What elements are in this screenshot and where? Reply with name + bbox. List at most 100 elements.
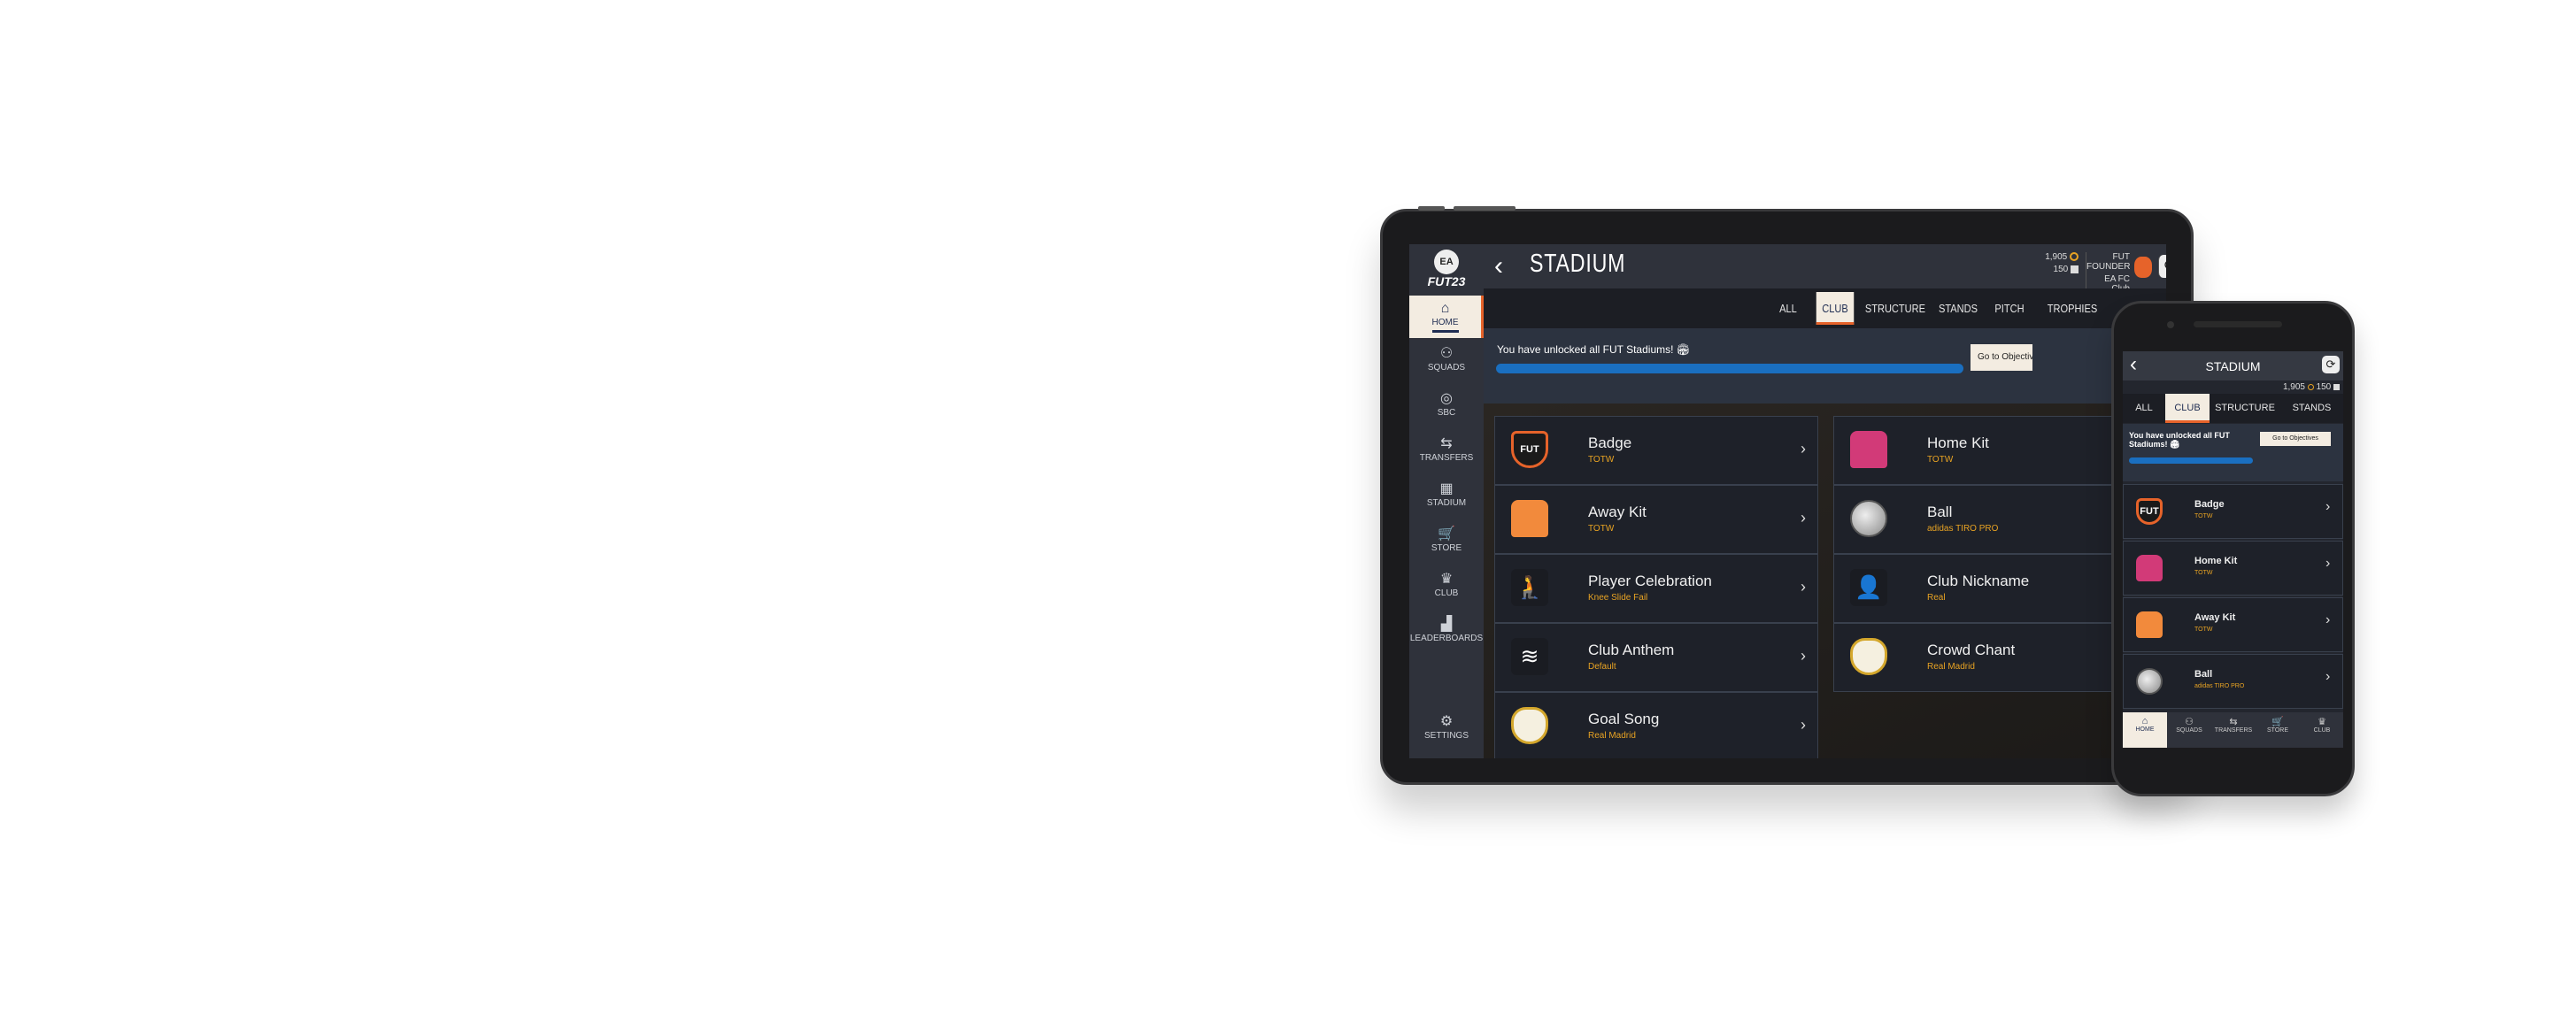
item-subtitle: TOTW bbox=[2194, 626, 2213, 633]
tab-stands[interactable]: STANDS bbox=[1936, 292, 1981, 325]
tab-all[interactable]: ALL bbox=[2123, 394, 2165, 423]
sidebar-item-label: STORE bbox=[1431, 543, 1462, 553]
list-item[interactable]: ≋ Club Anthem Default › bbox=[1494, 623, 1818, 692]
item-title: Goal Song bbox=[1588, 711, 1660, 727]
back-button[interactable]: ‹ bbox=[1494, 244, 1503, 288]
list-item[interactable]: FUT Badge TOTW › bbox=[1494, 416, 1818, 485]
transfers-icon: ⇆ bbox=[1440, 436, 1453, 451]
header: ‹ STADIUM 1,905 150 FUT FOUNDER EA FC Cl… bbox=[1484, 244, 2166, 294]
chevron-right-icon: › bbox=[2325, 612, 2331, 627]
item-title: Home Kit bbox=[2194, 556, 2238, 566]
sidebar-item-home[interactable]: ⌂ HOME bbox=[1409, 296, 1484, 338]
sidebar-item-squads[interactable]: ⚇ SQUADS bbox=[1409, 341, 1484, 383]
sidebar-item-leaderboards[interactable]: ▟ LEADERBOARDS bbox=[1409, 611, 1484, 654]
progress-bar bbox=[2129, 457, 2253, 464]
away-kit-icon bbox=[1511, 500, 1548, 537]
leaderboards-icon: ▟ bbox=[1440, 617, 1453, 632]
nav-label: STORE bbox=[2267, 727, 2288, 734]
club-icon: ♛ bbox=[2318, 717, 2326, 727]
tab-all[interactable]: ALL bbox=[1770, 292, 1807, 325]
list-item[interactable]: Ball adidas TIRO PRO › bbox=[2123, 654, 2343, 709]
tab-pitch[interactable]: PITCH bbox=[1990, 292, 2029, 325]
item-subtitle: adidas TIRO PRO bbox=[2194, 683, 2245, 689]
nav-squads[interactable]: ⚇ SQUADS bbox=[2167, 712, 2211, 748]
page-title: STADIUM bbox=[1530, 250, 1626, 278]
list-item[interactable]: FUT Badge TOTW › bbox=[2123, 484, 2343, 539]
item-subtitle: Knee Slide Fail bbox=[1588, 593, 1648, 603]
coins-value: 1,905 bbox=[2045, 252, 2068, 262]
chevron-right-icon: › bbox=[2325, 556, 2331, 571]
nav-label: TRANSFERS bbox=[2214, 727, 2253, 734]
coins-value: 1,905 bbox=[2282, 382, 2305, 392]
club-label: FUT FOUNDER bbox=[2086, 252, 2131, 272]
points-value: 150 bbox=[2316, 382, 2332, 392]
item-subtitle: TOTW bbox=[2194, 513, 2213, 519]
item-grid: FUT Badge TOTW › Home Kit TOTW Away Kit TOTW › Ba… bbox=[1484, 404, 2166, 758]
item-title: Away Kit bbox=[1588, 503, 1647, 520]
item-title: Club Anthem bbox=[1588, 642, 1675, 658]
sidebar-item-label: STADIUM bbox=[1426, 498, 1467, 508]
item-subtitle: Real Madrid bbox=[1927, 662, 1975, 672]
home-icon: ⌂ bbox=[2141, 716, 2148, 726]
item-subtitle: Real bbox=[1927, 593, 1946, 603]
tab-structure[interactable]: STRUCTURE bbox=[1865, 292, 1925, 325]
tab-stands[interactable]: STANDS bbox=[2280, 394, 2343, 423]
sidebar-item-club[interactable]: ♛ CLUB bbox=[1409, 566, 1484, 609]
item-subtitle: TOTW bbox=[1588, 455, 1615, 465]
fut23-logo: EA FUT23 bbox=[1409, 244, 1484, 296]
sidebar-item-transfers[interactable]: ⇆ TRANSFERS bbox=[1409, 431, 1484, 473]
list-item[interactable]: Away Kit TOTW › bbox=[2123, 597, 2343, 652]
item-title: Home Kit bbox=[1927, 434, 1989, 451]
sidebar-item-label: SETTINGS bbox=[1423, 731, 1469, 741]
item-title: Badge bbox=[1588, 434, 1632, 451]
sidebar-item-label: TRANSFERS bbox=[1419, 453, 1474, 463]
points-value: 150 bbox=[2053, 265, 2069, 274]
sidebar-item-label: SQUADS bbox=[1427, 363, 1466, 373]
sidebar-item-store[interactable]: 🛒 STORE bbox=[1409, 521, 1484, 564]
item-title: Badge bbox=[2194, 499, 2225, 510]
item-title: Player Celebration bbox=[1588, 573, 1712, 589]
nav-home[interactable]: ⌂ HOME bbox=[2123, 712, 2167, 748]
badge-icon: FUT bbox=[1511, 431, 1548, 468]
currency-display: 1,905 150 bbox=[2247, 382, 2340, 392]
home-kit-icon bbox=[1850, 431, 1887, 468]
tab-trophies[interactable]: TROPHIES bbox=[2042, 292, 2102, 325]
list-item[interactable]: Away Kit TOTW › bbox=[1494, 485, 1818, 554]
app-logo-text: FUT23 bbox=[1427, 274, 1466, 288]
sidebar-item-settings[interactable]: ⚙ SETTINGS bbox=[1409, 713, 1484, 741]
speaker bbox=[2194, 321, 2282, 327]
tab-structure[interactable]: STRUCTURE bbox=[2210, 394, 2280, 423]
nav-transfers[interactable]: ⇆ TRANSFERS bbox=[2211, 712, 2256, 748]
nav-label: CLUB bbox=[2313, 727, 2331, 734]
chevron-right-icon: › bbox=[2325, 499, 2331, 514]
club-badge-icon[interactable] bbox=[2134, 257, 2152, 278]
item-title: Ball bbox=[2194, 669, 2213, 680]
list-item[interactable]: Home Kit TOTW › bbox=[2123, 541, 2343, 596]
season-progress-icon[interactable]: ⟳ bbox=[2322, 356, 2340, 373]
nav-club[interactable]: ♛ CLUB bbox=[2300, 712, 2343, 748]
tab-club[interactable]: CLUB bbox=[1816, 292, 1855, 325]
banner-text: You have unlocked all FUT Stadiums! 🏟 bbox=[1497, 343, 1691, 356]
go-to-objectives-button[interactable]: Go to Objectives bbox=[2260, 432, 2331, 446]
chevron-right-icon: › bbox=[2325, 669, 2331, 684]
sidebar-item-stadium[interactable]: ▦ STADIUM bbox=[1409, 476, 1484, 519]
nav-label: HOME bbox=[2135, 726, 2155, 733]
item-subtitle: TOTW bbox=[1927, 455, 1954, 465]
tab-club[interactable]: CLUB bbox=[2165, 394, 2210, 423]
banner-text: You have unlocked all FUT Stadiums! 🏟 bbox=[2129, 431, 2230, 449]
celebration-icon: 🧎 bbox=[1511, 569, 1548, 606]
list-item[interactable]: 🧎 Player Celebration Knee Slide Fail › bbox=[1494, 554, 1818, 623]
crest-icon bbox=[1511, 707, 1548, 744]
camera bbox=[2167, 321, 2174, 328]
stadium-icon: ▦ bbox=[1439, 481, 1454, 496]
points-icon bbox=[2071, 265, 2079, 273]
go-to-objectives-button[interactable]: Go to Objectives bbox=[1971, 344, 2032, 371]
sidebar-item-sbc[interactable]: ◎ SBC bbox=[1409, 386, 1484, 428]
season-progress-icon[interactable]: ⟳ bbox=[2158, 255, 2166, 278]
anthem-icon: ≋ bbox=[1511, 638, 1548, 675]
list-item[interactable]: Goal Song Real Madrid › bbox=[1494, 692, 1818, 758]
ea-logo: EA bbox=[1434, 250, 1459, 274]
cart-icon: 🛒 bbox=[2271, 717, 2284, 727]
nav-store[interactable]: 🛒 STORE bbox=[2256, 712, 2300, 748]
home-icon: ⌂ bbox=[1440, 301, 1450, 316]
